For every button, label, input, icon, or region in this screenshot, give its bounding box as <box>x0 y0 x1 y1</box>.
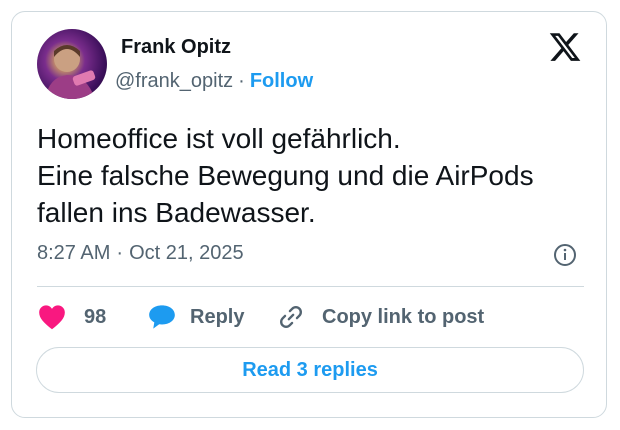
separator: · <box>116 242 124 264</box>
author-handle[interactable]: @frank_opitz <box>115 70 233 92</box>
speech-bubble-icon <box>149 305 175 329</box>
x-logo-icon[interactable] <box>548 30 582 64</box>
post-text-line: fallen ins Badewasser. <box>37 197 316 228</box>
copy-link-button[interactable]: Copy link to post <box>278 302 484 332</box>
avatar-image <box>45 45 96 99</box>
link-icon <box>280 306 302 328</box>
reply-label: Reply <box>190 305 245 328</box>
author-meta: @frank_opitz · Follow <box>115 70 313 93</box>
post-text-line: Homeoffice ist voll gefährlich. <box>37 123 401 154</box>
post-text-line: Eine falsche Bewegung und die AirPods <box>37 160 534 191</box>
copy-link-label: Copy link to post <box>322 305 485 328</box>
separator: · <box>238 70 245 92</box>
info-icon[interactable] <box>553 243 577 267</box>
like-button[interactable]: 98 <box>38 302 106 332</box>
post-time: 8:27 AM <box>37 242 111 264</box>
divider <box>37 286 584 287</box>
like-count: 98 <box>84 305 107 328</box>
heart-icon <box>39 305 65 330</box>
avatar[interactable] <box>37 29 107 99</box>
post-date: Oct 21, 2025 <box>129 242 244 264</box>
read-replies-button[interactable]: Read 3 replies <box>36 347 584 393</box>
post-timestamp[interactable]: 8:27 AM · Oct 21, 2025 <box>37 242 244 265</box>
post-text: Homeoffice ist voll gefährlich. Eine fal… <box>37 120 587 231</box>
reply-button[interactable]: Reply <box>148 302 244 332</box>
follow-button[interactable]: Follow <box>250 70 313 92</box>
author-name[interactable]: Frank Opitz <box>121 36 231 59</box>
